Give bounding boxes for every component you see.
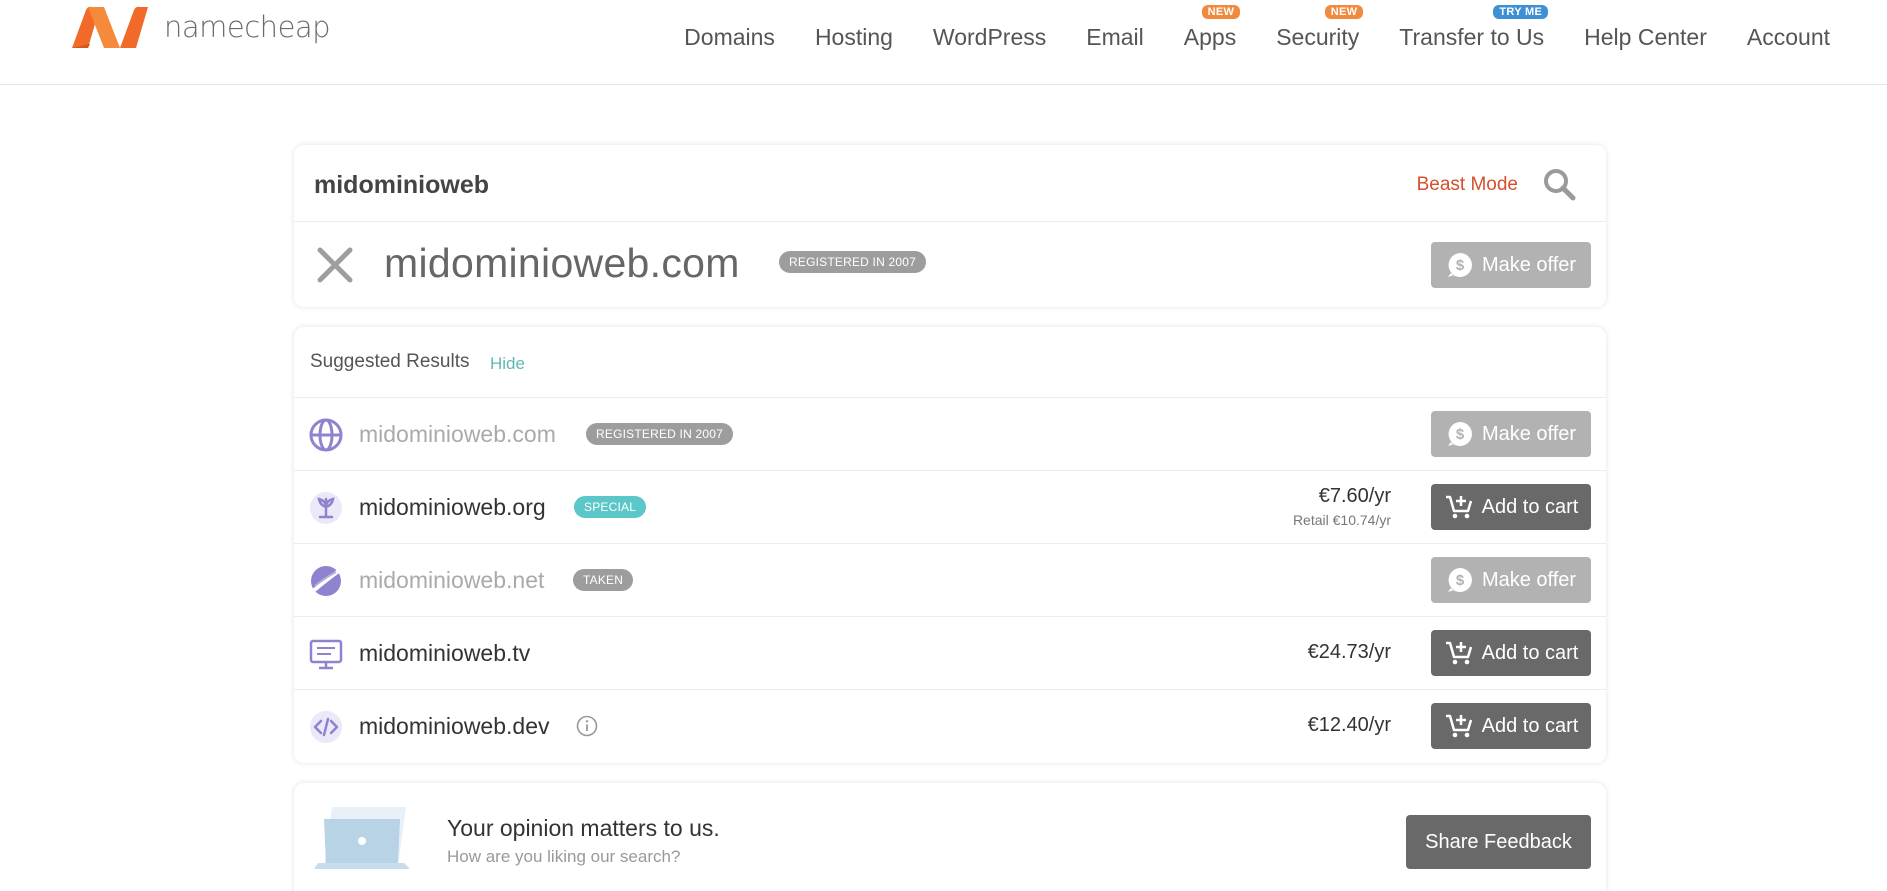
nav-wordpress-label: WordPress	[932, 24, 1047, 50]
add-to-cart-label: Add to cart	[1481, 641, 1579, 664]
result-domain: midominioweb.dev	[359, 713, 550, 739]
price: €12.40/yr	[1307, 714, 1391, 736]
add-to-cart-label: Add to cart	[1481, 495, 1579, 518]
laptop-illustration-icon	[314, 807, 410, 869]
add-to-cart-button[interactable]: Add to cart	[1431, 630, 1591, 676]
offer-bubble-icon: $	[1447, 568, 1472, 592]
suggested-results-title: Suggested Results	[310, 351, 470, 372]
add-to-cart-label: Add to cart	[1481, 714, 1579, 737]
price: €7.60/yr	[1318, 485, 1391, 507]
result-row: midominioweb.net TAKEN $ Make offer	[294, 544, 1606, 617]
search-input[interactable]: midominioweb	[314, 171, 489, 200]
result-domain: midominioweb.net	[359, 567, 545, 593]
nav-transfer-label: Transfer to Us	[1399, 24, 1545, 50]
search-bar: midominioweb Beast Mode	[294, 145, 1606, 222]
result-domain: midominioweb.tv	[359, 640, 531, 666]
nav-security[interactable]: Security NEW	[1276, 5, 1364, 51]
make-offer-button[interactable]: $ Make offer	[1431, 557, 1591, 603]
info-icon[interactable]	[576, 715, 598, 737]
offer-bubble-icon: $	[1447, 253, 1472, 277]
main-result: midominioweb.com REGISTERED IN 2007 $ Ma…	[294, 222, 1606, 307]
unavailable-x-icon	[317, 247, 353, 283]
result-row: midominioweb.dev €12.40/yr Add to cart	[294, 690, 1606, 763]
nav-apps[interactable]: Apps NEW	[1183, 5, 1241, 51]
main-nav: Domains Hosting WordPress Email Apps NEW …	[644, 5, 1830, 51]
registered-badge: REGISTERED IN 2007	[586, 423, 733, 445]
cart-icon	[1445, 641, 1472, 665]
cart-icon	[1445, 714, 1472, 738]
result-row: midominioweb.org SPECIAL €7.60/yr Retail…	[294, 471, 1606, 544]
feedback-card: Your opinion matters to us. How are you …	[294, 783, 1606, 891]
make-offer-label: Make offer	[1481, 568, 1577, 591]
suggested-results-header: Suggested Results Hide	[294, 327, 1606, 398]
main-result-domain: midominioweb.com	[384, 240, 740, 286]
try-me-badge: TRY ME	[1493, 5, 1549, 19]
code-icon	[310, 711, 342, 743]
taken-badge: TAKEN	[573, 569, 634, 591]
offer-bubble-icon: $	[1447, 422, 1472, 446]
new-badge: NEW	[1201, 5, 1241, 19]
namecheap-logo-icon	[72, 6, 148, 49]
nav-account[interactable]: Account	[1747, 24, 1830, 51]
special-badge: SPECIAL	[574, 496, 647, 518]
add-to-cart-button[interactable]: Add to cart	[1431, 484, 1591, 530]
nav-domains[interactable]: Domains	[684, 24, 775, 51]
result-row: midominioweb.tv €24.73/yr Add to cart	[294, 617, 1606, 690]
search-card: midominioweb Beast Mode midominioweb.com…	[294, 145, 1606, 307]
price: €24.73/yr	[1307, 641, 1391, 663]
feedback-subtitle: How are you liking our search?	[447, 847, 681, 866]
make-offer-label: Make offer	[1481, 422, 1577, 445]
result-domain: midominioweb.com	[359, 421, 556, 447]
make-offer-label: Make offer	[1481, 253, 1577, 276]
make-offer-button[interactable]: $ Make offer	[1431, 411, 1591, 457]
new-badge: NEW	[1324, 5, 1364, 19]
svg-text:$: $	[1456, 572, 1465, 589]
nav-help-center-label: Help Center	[1584, 24, 1707, 50]
nav-help-center[interactable]: Help Center	[1584, 24, 1707, 51]
share-feedback-button[interactable]: Share Feedback	[1406, 815, 1591, 869]
result-row: midominioweb.com REGISTERED IN 2007 $ Ma…	[294, 398, 1606, 471]
site-header: namecheap Domains Hosting WordPress Emai…	[0, 0, 1887, 85]
result-domain: midominioweb.org	[359, 494, 546, 520]
svg-text:$: $	[1456, 426, 1465, 443]
nav-hosting-label: Hosting	[814, 24, 893, 50]
nav-domains-label: Domains	[684, 24, 775, 50]
globe-icon	[309, 418, 343, 452]
cart-icon	[1445, 495, 1472, 519]
add-to-cart-button[interactable]: Add to cart	[1431, 703, 1591, 749]
namecheap-logo[interactable]: namecheap	[70, 4, 331, 50]
nav-hosting[interactable]: Hosting	[815, 24, 893, 51]
hide-link[interactable]: Hide	[490, 354, 525, 374]
nav-apps-label: Apps	[1183, 24, 1237, 50]
feedback-title: Your opinion matters to us.	[447, 815, 720, 841]
nav-transfer[interactable]: Transfer to Us TRY ME	[1399, 5, 1549, 51]
search-icon[interactable]	[1542, 167, 1576, 201]
beast-mode-link[interactable]: Beast Mode	[1417, 174, 1518, 196]
nav-wordpress[interactable]: WordPress	[933, 24, 1046, 51]
suggested-results-card: Suggested Results Hide midominioweb.com …	[294, 327, 1606, 763]
logo-text: namecheap	[164, 10, 331, 44]
nav-account-label: Account	[1746, 24, 1830, 50]
retail-price: Retail €10.74/yr	[1292, 512, 1391, 528]
svg-text:$: $	[1456, 257, 1465, 274]
tv-monitor-icon	[309, 639, 343, 670]
nav-security-label: Security	[1276, 24, 1360, 50]
make-offer-button[interactable]: $ Make offer	[1431, 242, 1591, 288]
registered-badge: REGISTERED IN 2007	[779, 251, 926, 273]
nav-email[interactable]: Email	[1086, 24, 1144, 51]
org-plant-icon	[310, 492, 342, 524]
net-planet-icon	[310, 566, 342, 596]
nav-email-label: Email	[1086, 24, 1144, 50]
